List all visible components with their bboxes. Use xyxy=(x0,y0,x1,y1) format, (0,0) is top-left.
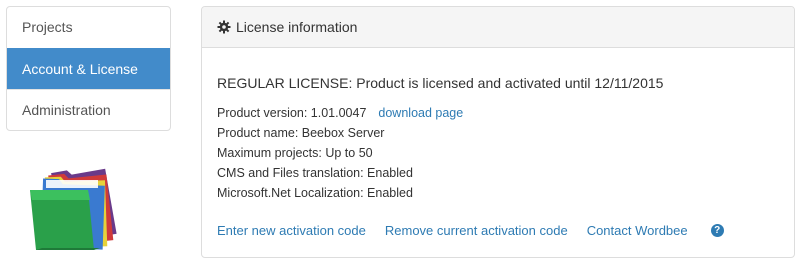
license-details: Product version: 1.01.0047 download page … xyxy=(217,103,779,203)
net-localization: Microsoft.Net Localization: Enabled xyxy=(217,186,413,200)
license-actions: Enter new activation code Remove current… xyxy=(217,223,724,238)
sidebar-item-account-license[interactable]: Account & License xyxy=(7,48,170,89)
folders-icon xyxy=(24,150,142,258)
product-name: Product name: Beebox Server xyxy=(217,126,385,140)
enter-activation-code-link[interactable]: Enter new activation code xyxy=(217,223,366,238)
license-status: REGULAR LICENSE: Product is licensed and… xyxy=(217,75,664,91)
max-projects: Maximum projects: Up to 50 xyxy=(217,146,373,160)
contact-wordbee-link[interactable]: Contact Wordbee xyxy=(587,223,688,238)
sidebar-item-projects[interactable]: Projects xyxy=(7,7,170,48)
cms-translation: CMS and Files translation: Enabled xyxy=(217,166,413,180)
product-version-row: Product version: 1.01.0047 download page xyxy=(217,103,779,123)
remove-activation-code-link[interactable]: Remove current activation code xyxy=(385,223,568,238)
license-panel: License information REGULAR LICENSE: Pro… xyxy=(201,6,795,258)
gear-icon xyxy=(217,20,231,34)
license-page: Projects Account & License Administratio… xyxy=(0,0,797,260)
help-icon[interactable]: ? xyxy=(710,224,724,237)
panel-title: License information xyxy=(236,19,358,35)
sidebar-nav: Projects Account & License Administratio… xyxy=(6,6,171,131)
product-version: Product version: 1.01.0047 xyxy=(217,106,367,120)
download-page-link[interactable]: download page xyxy=(378,106,463,120)
panel-heading: License information xyxy=(202,7,794,48)
sidebar-item-administration[interactable]: Administration xyxy=(7,89,170,130)
